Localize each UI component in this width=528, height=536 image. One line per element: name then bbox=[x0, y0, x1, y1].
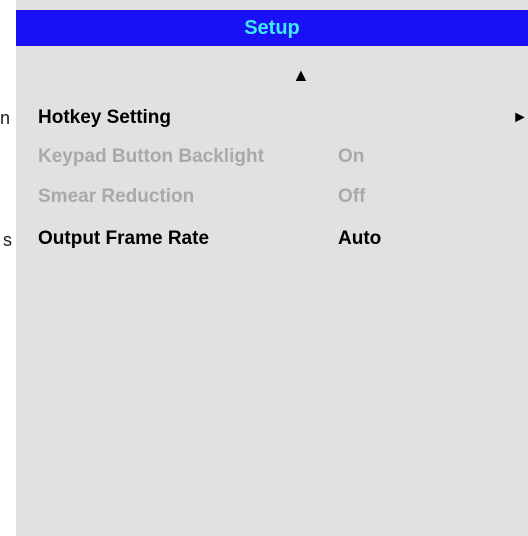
menu-item-label: Smear Reduction bbox=[38, 186, 195, 207]
menu-item-value: On bbox=[338, 146, 365, 167]
menu-item-output-frame-rate[interactable]: Output Frame Rate Auto bbox=[38, 227, 528, 251]
menu-item-label: Output Frame Rate bbox=[38, 228, 210, 249]
scroll-up-arrow-icon[interactable]: ▲ bbox=[292, 65, 310, 85]
menu-item-label: Keypad Button Backlight bbox=[38, 146, 264, 167]
setup-menu-panel: Setup ▲ Hotkey Setting ► Keypad Button B… bbox=[16, 0, 528, 536]
background-text-fragment: s bbox=[3, 230, 12, 250]
menu-item-value: Auto bbox=[338, 228, 382, 249]
submenu-arrow-icon: ► bbox=[512, 109, 528, 126]
menu-item-hotkey-setting[interactable]: Hotkey Setting ► bbox=[38, 106, 528, 130]
menu-item-smear-reduction: Smear Reduction Off bbox=[38, 185, 528, 209]
menu-item-value: Off bbox=[338, 186, 366, 207]
menu-item-keypad-button-backlight: Keypad Button Backlight On bbox=[38, 145, 528, 169]
menu-item-label: Hotkey Setting bbox=[38, 107, 172, 128]
menu-title: Setup bbox=[16, 10, 528, 46]
background-text-fragment: n bbox=[0, 108, 11, 128]
